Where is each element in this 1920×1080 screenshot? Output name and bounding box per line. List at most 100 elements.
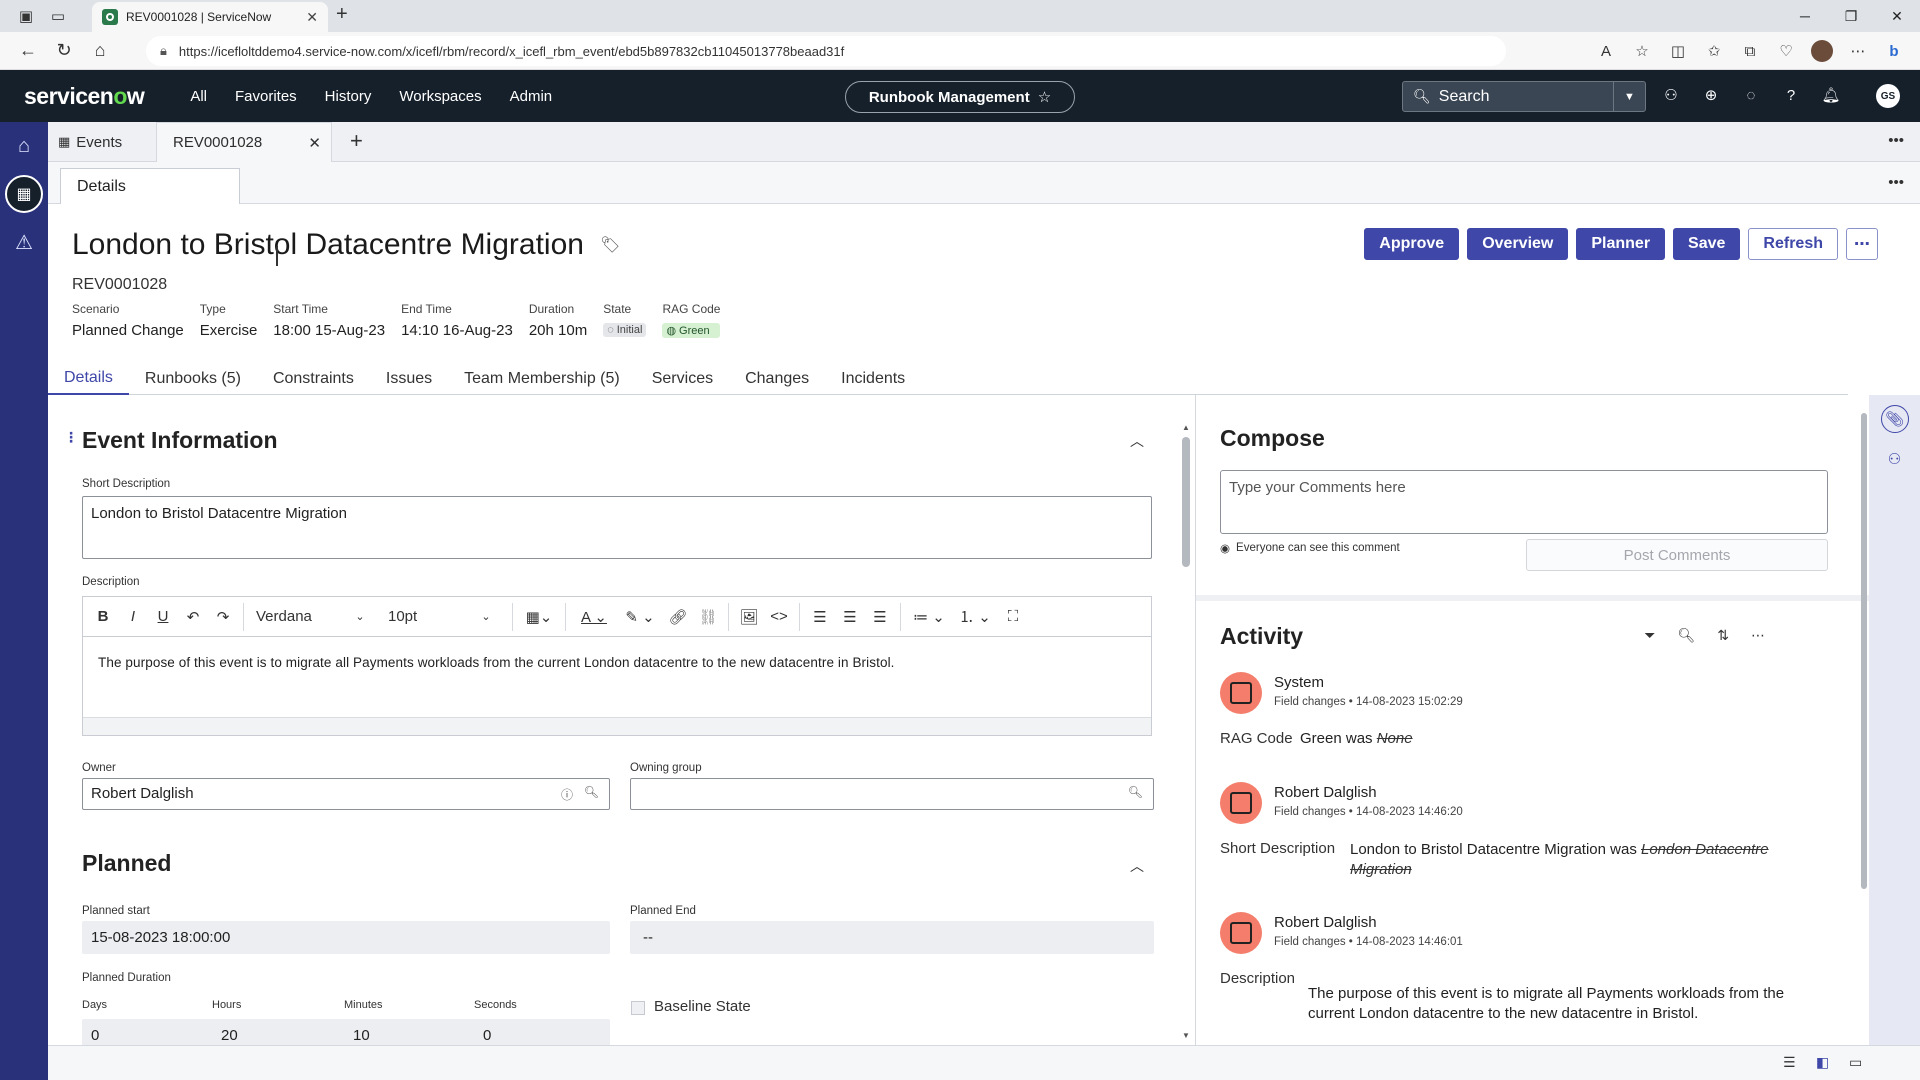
link-icon[interactable]: 🔗︎	[664, 603, 692, 631]
search-dropdown-icon[interactable]: ▼	[1613, 82, 1645, 111]
activity-scrollbar[interactable]	[1859, 395, 1869, 1045]
italic-icon[interactable]: I	[119, 603, 147, 631]
close-window-icon[interactable]: ✕	[1874, 0, 1920, 32]
star-icon[interactable]: ☆	[1038, 88, 1051, 106]
split-screen-icon[interactable]: ◫	[1662, 36, 1694, 66]
image-icon[interactable]: 🖼︎	[735, 603, 763, 631]
events-rail-icon[interactable]: ▦	[0, 170, 48, 218]
highlight-icon[interactable]: ✎ ⌄	[618, 603, 662, 631]
approve-button[interactable]: Approve	[1364, 228, 1460, 260]
chat-icon[interactable]: ◌	[1740, 84, 1762, 106]
tab-actions-icon[interactable]: ▭	[42, 0, 74, 32]
sort-icon[interactable]: ⇅	[1717, 627, 1729, 644]
global-search[interactable]: 🔍︎ Search ▼	[1402, 81, 1646, 112]
user-avatar[interactable]: GS	[1876, 84, 1900, 108]
close-tab-icon[interactable]: ✕	[306, 9, 318, 26]
info-icon[interactable]: ⓘ	[561, 786, 573, 803]
activity-scrollbar-thumb[interactable]	[1861, 413, 1867, 889]
section-menu-icon[interactable]: ⋮	[64, 429, 78, 446]
tab-events[interactable]: ▦ Events	[58, 122, 122, 162]
tab-issues[interactable]: Issues	[370, 362, 448, 395]
table-icon[interactable]: ▦⌄	[519, 603, 559, 631]
servicenow-logo[interactable]: servicenow	[24, 83, 145, 110]
subtab-details[interactable]: Details	[60, 168, 240, 204]
underline-icon[interactable]: U	[149, 603, 177, 631]
description-editor[interactable]: B I U ↶ ↷ Verdana ⌄ 10pt ⌄ ▦⌄ A ⌄ ✎ ⌄ 🔗︎ ⛓…	[82, 596, 1152, 736]
menu-all[interactable]: All	[178, 88, 219, 105]
fullscreen-icon[interactable]: ⛶	[999, 603, 1027, 631]
code-icon[interactable]: <>	[765, 603, 793, 631]
save-button[interactable]: Save	[1673, 228, 1741, 260]
read-aloud-icon[interactable]: A	[1590, 36, 1622, 66]
tab-runbooks[interactable]: Runbooks (5)	[129, 362, 257, 395]
planner-button[interactable]: Planner	[1576, 228, 1666, 260]
scope-badge[interactable]: Runbook Management ☆	[845, 81, 1075, 113]
restore-icon[interactable]: ❐	[1828, 0, 1874, 32]
globe-icon[interactable]: ⊕	[1700, 84, 1722, 106]
attachment-icon[interactable]: 📎︎	[1869, 399, 1920, 439]
tab-details[interactable]: Details	[48, 362, 129, 395]
workspace-more-icon[interactable]: •••	[1888, 132, 1904, 149]
back-icon[interactable]: ←	[10, 33, 46, 69]
owning-group-input[interactable]: 🔍︎	[630, 778, 1154, 810]
reload-icon[interactable]: ↻	[46, 33, 82, 69]
alert-rail-icon[interactable]: ⚠	[0, 218, 48, 266]
close-record-tab-icon[interactable]: ✕	[308, 134, 321, 152]
subtab-more-icon[interactable]: •••	[1888, 174, 1904, 191]
more-icon[interactable]: ⋯	[1842, 36, 1874, 66]
home-icon[interactable]: ⌂	[82, 33, 118, 69]
favorites-icon[interactable]: ✩	[1698, 36, 1730, 66]
more-actions-button[interactable]: ⋯	[1846, 228, 1878, 260]
extensions-icon[interactable]: ♡	[1770, 36, 1802, 66]
activity-more-icon[interactable]: ⋯	[1751, 627, 1765, 644]
undo-icon[interactable]: ↶	[179, 603, 207, 631]
filter-icon[interactable]: ⏷	[1644, 627, 1655, 644]
refresh-button[interactable]: Refresh	[1748, 228, 1838, 260]
tab-constraints[interactable]: Constraints	[257, 362, 370, 395]
home-rail-icon[interactable]: ⌂	[0, 122, 48, 170]
browser-tab[interactable]: REV0001028 | ServiceNow ✕	[92, 2, 328, 32]
agents-icon[interactable]: ⚇	[1869, 439, 1920, 479]
font-size-select[interactable]: 10pt ⌄	[382, 603, 506, 631]
font-family-select[interactable]: Verdana ⌄	[250, 603, 380, 631]
workspaces-icon[interactable]: ▣	[10, 0, 42, 32]
menu-workspaces[interactable]: Workspaces	[387, 88, 493, 105]
collections-icon[interactable]: ⧉	[1734, 36, 1766, 66]
comment-input[interactable]: Type your Comments here	[1220, 470, 1828, 534]
form-scrollbar[interactable]: ▲ ▼	[1182, 423, 1190, 1043]
post-comments-button[interactable]: Post Comments	[1526, 539, 1828, 571]
menu-admin[interactable]: Admin	[498, 88, 565, 105]
owner-input[interactable]: Robert Dalglish ⓘ 🔍︎	[82, 778, 610, 810]
text-color-icon[interactable]: A ⌄	[572, 603, 616, 631]
overview-button[interactable]: Overview	[1467, 228, 1569, 260]
scroll-up-icon[interactable]: ▲	[1182, 423, 1190, 432]
numbered-list-icon[interactable]: ⒈ ⌄	[953, 603, 997, 631]
new-tab-icon[interactable]: +	[336, 3, 348, 26]
favorite-star-icon[interactable]: ☆	[1626, 36, 1658, 66]
tab-changes[interactable]: Changes	[729, 362, 825, 395]
form-scrollbar-thumb[interactable]	[1182, 437, 1190, 567]
split-view-icon[interactable]: ◧	[1816, 1054, 1829, 1071]
bold-icon[interactable]: B	[89, 603, 117, 631]
tab-incidents[interactable]: Incidents	[825, 362, 921, 395]
collapse-planned-icon[interactable]: ︿	[1130, 856, 1144, 876]
baseline-state-checkbox[interactable]	[631, 1001, 645, 1015]
unlink-icon[interactable]: ⛓	[694, 603, 722, 631]
tab-services[interactable]: Services	[636, 362, 729, 395]
tag-icon[interactable]: 🏷︎	[600, 235, 620, 255]
list-view-icon[interactable]: ☰	[1783, 1054, 1796, 1071]
help-icon[interactable]: ?	[1780, 84, 1802, 106]
full-view-icon[interactable]: ▭	[1849, 1054, 1862, 1071]
tab-team-membership[interactable]: Team Membership (5)	[448, 362, 636, 395]
redo-icon[interactable]: ↷	[209, 603, 237, 631]
profile-icon[interactable]	[1806, 36, 1838, 66]
short-description-input[interactable]: London to Bristol Datacentre Migration	[82, 496, 1152, 559]
notifications-icon[interactable]: 🔔︎	[1820, 84, 1842, 106]
add-tab-icon[interactable]: +	[350, 128, 363, 154]
align-left-icon[interactable]: ☰	[806, 603, 834, 631]
bullet-list-icon[interactable]: ≔ ⌄	[907, 603, 951, 631]
tab-record[interactable]: REV0001028 ✕	[156, 122, 332, 162]
url-field[interactable]: 🔒︎ https://icefloltddemo4.service-now.co…	[146, 36, 1506, 66]
collapse-event-info-icon[interactable]: ︿	[1130, 431, 1144, 451]
minimize-icon[interactable]: ─	[1782, 0, 1828, 32]
